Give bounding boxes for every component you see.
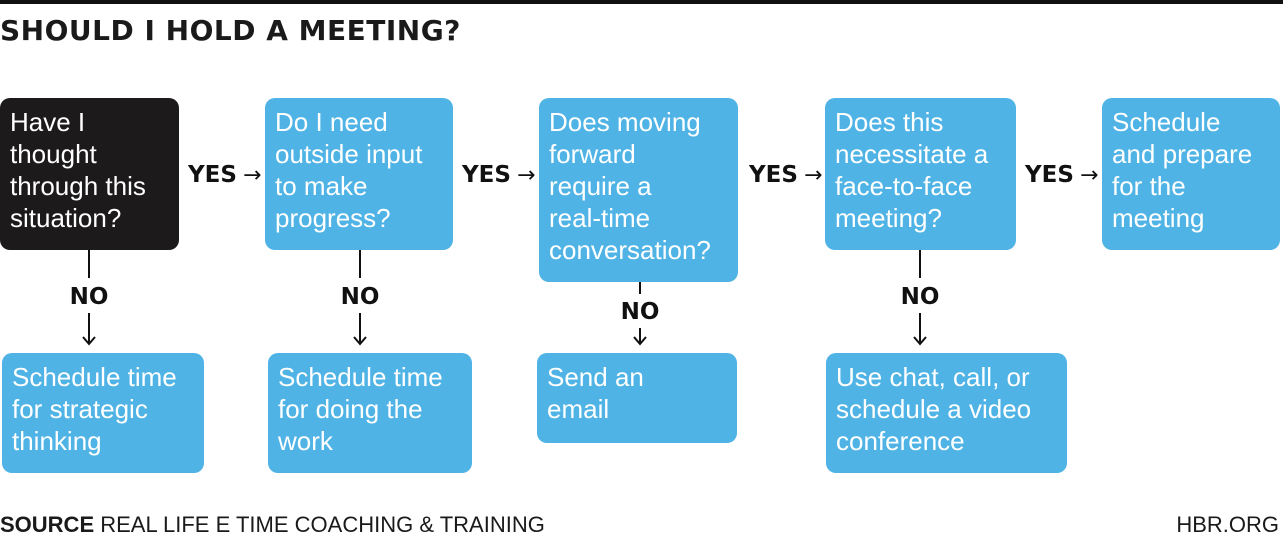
no-outcome-text-2: Schedule time for doing the work [278,362,443,456]
final-outcome-text: Schedule and prepare for the meeting [1112,107,1253,233]
arrow-right-icon: → [803,163,823,188]
no-label-1: NO [69,284,109,310]
arrow-right-icon: → [516,163,536,188]
no-outcome-text-1: Schedule time for strategic thinking [12,362,177,456]
no-label-2: NO [340,284,380,310]
no-outcome-text-3: Send an email [547,362,644,424]
no-outcome-box-2: Schedule time for doing the work [268,353,472,473]
arrow-down-icon [82,336,96,346]
no-line-4-top [919,250,921,278]
site-credit: HBR.ORG [1176,512,1279,537]
yes-label: YES [188,162,237,188]
source-label: SOURCE [0,512,95,537]
question-box-2: Do I need outside input to make progress… [265,98,453,250]
yes-connector-2: YES → [462,162,535,188]
no-line-3-top [639,282,641,294]
question-text-1: Have I thought through this situation? [10,107,146,233]
question-text-2: Do I need outside input to make progress… [275,107,423,233]
yes-connector-3: YES → [749,162,822,188]
no-outcome-box-3: Send an email [537,353,737,443]
no-label-3: NO [620,299,660,325]
arrow-right-icon: → [1079,163,1099,188]
yes-connector-1: YES → [188,162,261,188]
yes-connector-4: YES → [1025,162,1098,188]
question-text-3: Does moving forward require a real-time … [549,107,711,265]
yes-label: YES [749,162,798,188]
arrow-right-icon: → [242,163,262,188]
no-label-4: NO [900,284,940,310]
no-outcome-box-4: Use chat, call, or schedule a video conf… [826,353,1067,473]
question-text-4: Does this necessitate a face-to-face mee… [835,107,989,233]
no-line-2-top [359,250,361,278]
no-outcome-text-4: Use chat, call, or schedule a video conf… [836,362,1032,456]
question-box-1: Have I thought through this situation? [0,98,179,250]
no-outcome-box-1: Schedule time for strategic thinking [2,353,204,473]
yes-label: YES [1025,162,1074,188]
yes-label: YES [462,162,511,188]
final-outcome-box: Schedule and prepare for the meeting [1102,98,1280,250]
arrow-down-icon [353,336,367,346]
source-credit: SOURCE REAL LIFE E TIME COACHING & TRAIN… [0,512,545,538]
top-rule [0,0,1283,4]
question-box-4: Does this necessitate a face-to-face mee… [825,98,1016,250]
arrow-down-icon [913,336,927,346]
no-line-1-top [88,250,90,278]
chart-title: SHOULD I HOLD A MEETING? [0,14,461,47]
source-text: REAL LIFE E TIME COACHING & TRAINING [100,512,545,537]
arrow-down-icon [633,336,647,346]
question-box-3: Does moving forward require a real-time … [539,98,738,282]
